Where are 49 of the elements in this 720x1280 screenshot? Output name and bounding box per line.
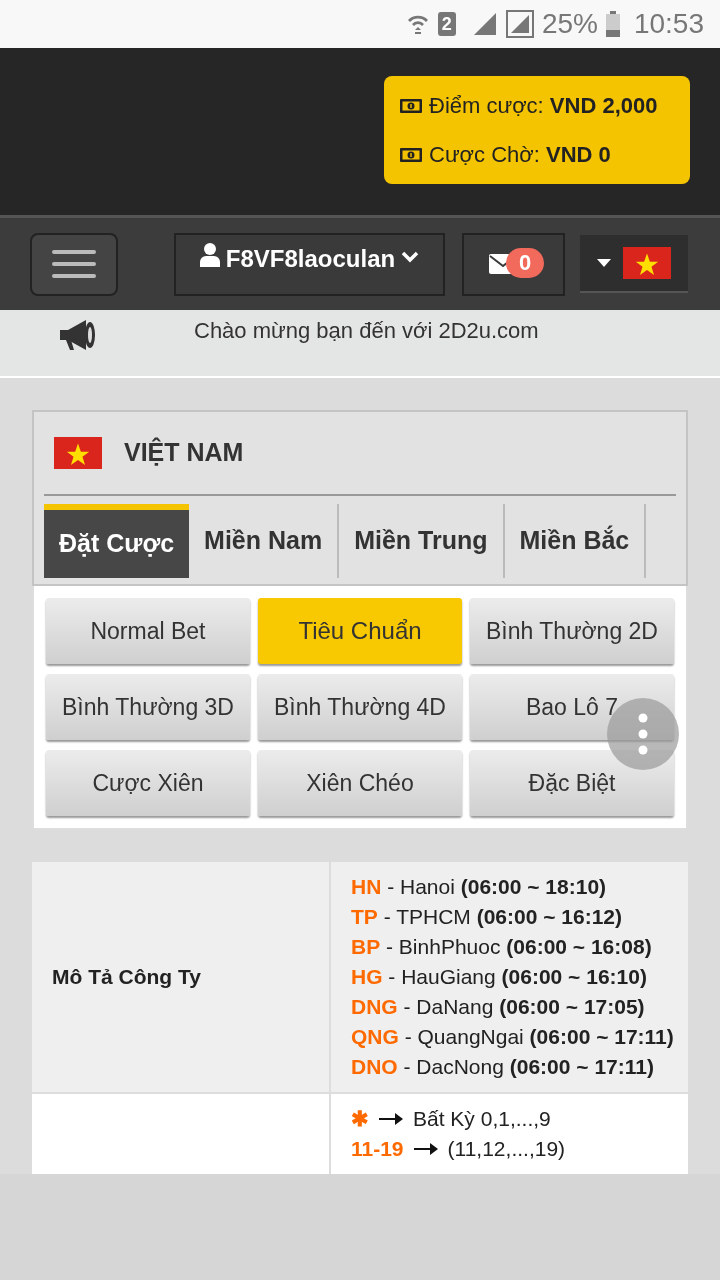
legend-code: ✱ [351, 1106, 369, 1132]
legend-text: (11,12,...,19) [447, 1136, 566, 1162]
bet-type-button[interactable]: Cược Xiên [46, 750, 250, 816]
bet-type-button[interactable]: Normal Bet [46, 598, 250, 664]
company-line: DNO - DacNong (06:00 ~ 17:11) [351, 1054, 655, 1080]
row-label: Mô Tả Công Ty [52, 964, 201, 991]
region-tab[interactable]: Miền Bắc [504, 504, 647, 578]
banknote-icon [399, 146, 423, 163]
menu-button[interactable] [30, 232, 118, 296]
region-tab[interactable]: Đặt Cược [44, 504, 190, 578]
company-line: TP - TPHCM (06:00 ~ 16:12) [351, 904, 623, 930]
user-icon [199, 242, 220, 267]
region-tab[interactable]: Miền Nam [189, 504, 340, 578]
bet-type-button[interactable]: Xiên Chéo [258, 750, 462, 816]
battery-icon [605, 11, 620, 37]
bet-type-button[interactable]: Bình Thường 4D [258, 674, 462, 740]
megaphone-icon [58, 318, 98, 352]
welcome-message: Chào mừng bạn đến với 2D2u.com [194, 317, 539, 345]
vietnam-flag-icon [54, 437, 102, 469]
company-line: QNG - QuangNgai (06:00 ~ 17:11) [351, 1024, 675, 1050]
bet-type-button[interactable]: Bình Thường 3D [46, 674, 250, 740]
bet-type-button[interactable]: Đặc Biệt [470, 750, 674, 816]
legend-text: Bất Kỳ 0,1,...,9 [413, 1106, 551, 1132]
balance-text: Điểm cược: VND 2,000 [429, 92, 658, 120]
balance-text: Cược Chờ: VND 0 [429, 141, 611, 169]
company-line: DNG - DaNang (06:00 ~ 17:05) [351, 994, 646, 1020]
banknote-icon [399, 97, 423, 114]
vietnam-flag-icon [623, 247, 671, 279]
more-vertical-icon [638, 713, 648, 755]
bet-type-button[interactable]: Bình Thường 2D [470, 598, 674, 664]
company-line: BP - BinhPhuoc (06:00 ~ 16:08) [351, 934, 653, 960]
legend-code: 11-19 [351, 1136, 404, 1162]
company-line: HG - HauGiang (06:00 ~ 16:10) [351, 964, 648, 990]
unread-count-badge: 0 [506, 247, 544, 278]
signal-icon [505, 10, 534, 38]
bet-type-button[interactable]: Tiêu Chuẩn [258, 598, 462, 664]
company-line: HN - Hanoi (06:00 ~ 18:10) [351, 874, 608, 900]
region-tab[interactable]: Miền Trung [339, 504, 505, 578]
user-dropdown[interactable]: F8VF8laoculan [174, 232, 445, 296]
clock: 10:53 [633, 7, 704, 41]
arrow-right-icon [379, 1113, 403, 1125]
menu-icon [52, 249, 96, 279]
battery-percent: 25% [541, 7, 598, 41]
caret-down-icon [597, 259, 611, 267]
arrow-right-icon [413, 1143, 438, 1155]
language-dropdown[interactable] [580, 235, 688, 293]
sim-badge: 2 [437, 12, 456, 36]
region-title: VIỆT NAM [124, 436, 244, 469]
chevron-down-icon [401, 250, 420, 263]
